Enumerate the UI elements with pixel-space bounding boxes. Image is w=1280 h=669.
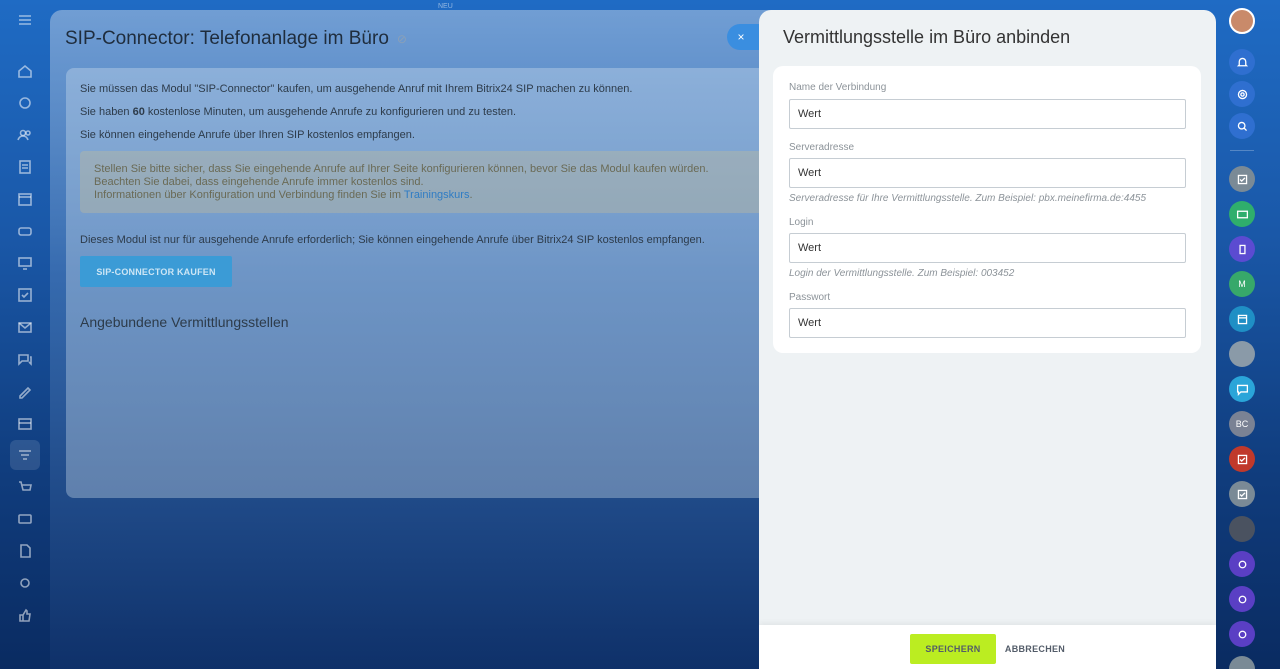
mail-icon[interactable]	[13, 315, 37, 339]
info-line-3: Sie können eingehende Anrufe über Ihren …	[80, 129, 415, 141]
cart-icon[interactable]	[13, 475, 37, 499]
more-chats-icon[interactable]	[1229, 656, 1255, 669]
task-grey-icon[interactable]	[1229, 481, 1255, 507]
avatar-m-initials: M	[1238, 279, 1246, 289]
feed-icon[interactable]	[13, 91, 37, 115]
chat-bubble-icon[interactable]	[1229, 376, 1255, 402]
server-address-hint: Serveradresse für Ihre Vermittlungsstell…	[789, 193, 1147, 204]
notice-line-3: Informationen über Konfiguration und Ver…	[94, 189, 796, 202]
openline-icon-1[interactable]	[1229, 551, 1255, 577]
tasks-icon[interactable]	[13, 283, 37, 307]
home-icon[interactable]	[13, 59, 37, 83]
info-line-1: Sie müssen das Modul "SIP-Connector" kau…	[80, 83, 633, 95]
gear-icon[interactable]	[13, 571, 37, 595]
openline-icon-3[interactable]	[1229, 621, 1255, 647]
notice-line-3-prefix: Informationen über Konfiguration und Ver…	[94, 189, 404, 201]
menu-icon[interactable]	[13, 8, 37, 32]
close-panel-button[interactable]: ×	[727, 24, 761, 50]
filter-icon[interactable]	[10, 440, 40, 470]
task-icon[interactable]	[1229, 166, 1255, 192]
login-label: Login	[789, 217, 814, 228]
payment-icon[interactable]	[13, 507, 37, 531]
sign-icon[interactable]	[13, 379, 37, 403]
store-icon[interactable]	[13, 411, 37, 435]
password-label: Passwort	[789, 292, 831, 303]
panel-title: Vermittlungsstelle im Büro anbinden	[783, 27, 1071, 47]
login-input[interactable]	[789, 233, 1186, 263]
server-address-input[interactable]	[789, 158, 1186, 188]
calendar-icon[interactable]	[13, 187, 37, 211]
avatar-bc[interactable]: BC	[1229, 411, 1255, 437]
connected-pbx-title: Angebundene Vermittlungsstellen	[80, 314, 289, 330]
notice-line-1: Stellen Sie bitte sicher, dass Sie einge…	[94, 163, 709, 175]
training-course-link[interactable]: Trainingskurs	[404, 189, 470, 201]
profile-icon[interactable]	[1229, 236, 1255, 262]
top-new-label: NEU	[438, 3, 453, 10]
document-icon[interactable]	[13, 155, 37, 179]
drive-icon[interactable]	[13, 219, 37, 243]
info-line-2-prefix: Sie haben	[80, 106, 133, 118]
background-page: SIP-Connector: Telefonanlage im Büro ⊘ S…	[50, 10, 810, 669]
task-red-icon[interactable]	[1229, 446, 1255, 472]
connection-form: Name der Verbindung Serveradresse Server…	[773, 66, 1201, 353]
right-sidebar: M BC	[1216, 0, 1280, 669]
connect-pbx-panel: Vermittlungsstelle im Büro anbinden Name…	[759, 10, 1216, 669]
openline-icon-2[interactable]	[1229, 586, 1255, 612]
info-line-2-suffix: kostenlose Minuten, um ausgehende Anrufe…	[144, 106, 517, 118]
connection-name-label: Name der Verbindung	[789, 82, 887, 93]
search-chat-icon[interactable]	[1229, 113, 1255, 139]
notice-line-2: Beachten Sie dabei, dass eingehende Anru…	[94, 176, 424, 188]
page-title: SIP-Connector: Telefonanlage im Büro ⊘	[65, 28, 407, 50]
right-bar-divider	[1230, 150, 1254, 151]
file-icon[interactable]	[13, 539, 37, 563]
copilot-icon[interactable]	[1229, 81, 1255, 107]
free-minutes: 60	[132, 106, 145, 118]
contact-card-icon[interactable]	[1229, 201, 1255, 227]
server-address-label: Serveradresse	[789, 142, 855, 153]
info-line-2: Sie haben 60 kostenlose Minuten, um ausg…	[80, 106, 516, 118]
thumb-icon[interactable]	[13, 603, 37, 627]
avatar-m[interactable]: M	[1229, 271, 1255, 297]
connection-name-input[interactable]	[789, 99, 1186, 129]
user-avatar[interactable]	[1229, 8, 1255, 34]
left-sidebar	[0, 0, 50, 669]
board-icon[interactable]	[13, 251, 37, 275]
avatar-bc-initials: BC	[1235, 419, 1249, 429]
buy-sip-connector-button[interactable]: SIP-CONNECTOR KAUFEN	[80, 256, 232, 287]
close-icon: ×	[737, 30, 745, 44]
notice-line-3-suffix: .	[469, 189, 473, 201]
save-button[interactable]: SPEICHERN	[910, 634, 996, 664]
password-input[interactable]	[789, 308, 1186, 338]
login-hint: Login der Vermittlungsstelle. Zum Beispi…	[789, 268, 1015, 279]
cancel-button[interactable]: ABBRECHEN	[1000, 634, 1070, 664]
notice-box: Stellen Sie bitte sicher, dass Sie einge…	[80, 151, 810, 213]
chat-icon[interactable]	[13, 347, 37, 371]
user-photo-1[interactable]	[1229, 341, 1255, 367]
panel-footer: SPEICHERN ABBRECHEN	[759, 625, 1216, 669]
link-icon[interactable]: ⊘	[397, 32, 407, 46]
user-photo-2[interactable]	[1229, 516, 1255, 542]
calendar-chat-icon[interactable]	[1229, 306, 1255, 332]
page-title-text: SIP-Connector: Telefonanlage im Büro	[65, 28, 389, 49]
module-info: Dieses Modul ist nur für ausgehende Anru…	[80, 234, 705, 246]
bell-icon[interactable]	[1229, 49, 1255, 75]
contacts-icon[interactable]	[13, 123, 37, 147]
